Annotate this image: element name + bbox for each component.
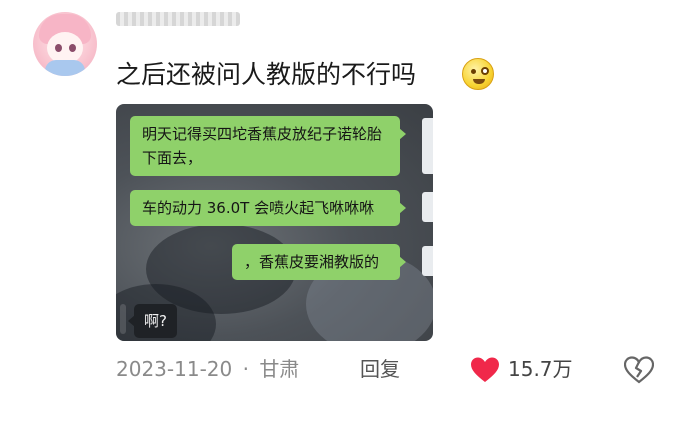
meta-separator: · xyxy=(242,357,249,381)
broken-heart-icon[interactable] xyxy=(624,356,654,384)
username-blurred[interactable] xyxy=(116,12,240,26)
comment-text: 之后还被问人教版的不行吗 xyxy=(116,60,417,89)
emoji-mouth xyxy=(473,79,485,84)
smirk-emoji xyxy=(462,58,494,90)
chat-bubble-outgoing: ，香蕉皮要湘教版的 xyxy=(232,244,406,280)
sender-avatar-edge xyxy=(422,192,433,222)
receiver-avatar-edge xyxy=(120,304,126,334)
avatar[interactable] xyxy=(33,12,97,76)
chat-bubble-outgoing: 明天记得买四坨香蕉皮放纪子诺轮胎下面去， xyxy=(130,116,406,176)
avatar-body xyxy=(45,60,85,76)
like-count: 15.7万 xyxy=(508,357,573,381)
chat-bubble-outgoing: 车的动力 36.0T 会喷火起飞咻咻咻 xyxy=(130,190,406,226)
emoji-monocle xyxy=(481,67,489,75)
sender-avatar-edge xyxy=(422,246,433,276)
reply-button[interactable]: 回复 xyxy=(360,355,400,383)
avatar-eye-right xyxy=(69,44,76,52)
avatar-eye-left xyxy=(55,44,62,52)
comment-meta: 2023-11-20 · 甘肃 xyxy=(116,355,299,383)
comment-location: 甘肃 xyxy=(259,357,300,381)
comment-date: 2023-11-20 xyxy=(116,357,233,381)
sender-avatar-edge xyxy=(422,118,433,174)
emoji-eye-left xyxy=(471,69,476,74)
chat-bubble-incoming: 啊? xyxy=(128,304,177,338)
chat-screenshot-image[interactable]: 明天记得买四坨香蕉皮放纪子诺轮胎下面去， 车的动力 36.0T 会喷火起飞咻咻咻… xyxy=(116,104,433,341)
heart-icon[interactable] xyxy=(470,356,500,384)
